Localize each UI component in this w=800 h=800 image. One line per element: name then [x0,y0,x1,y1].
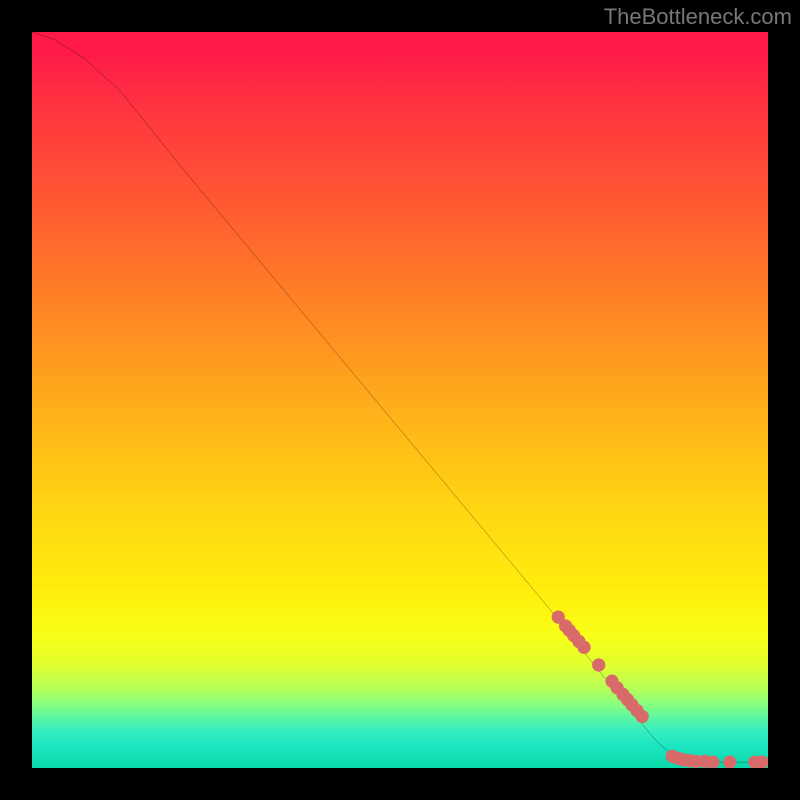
data-marker [723,755,736,768]
data-marker [592,658,605,671]
chart-svg [32,32,768,768]
plot-area [32,32,768,768]
data-marker [577,641,590,654]
data-marker [636,710,649,723]
data-markers [552,610,768,768]
watermark-text: TheBottleneck.com [604,4,792,30]
data-curve [32,32,768,762]
